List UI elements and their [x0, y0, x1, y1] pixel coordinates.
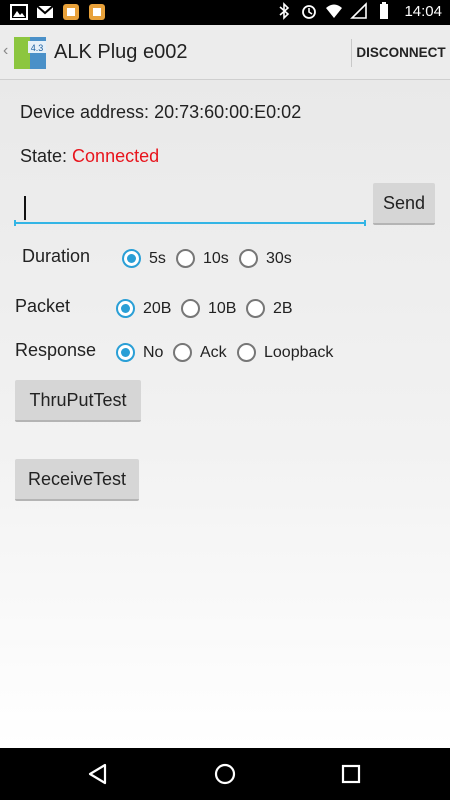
packet-option-20b[interactable]: 20B [116, 299, 171, 318]
clock: 14:04 [404, 2, 442, 20]
state-label: State: [20, 146, 68, 166]
radio-label: 10B [208, 299, 237, 317]
thruput-test-button[interactable]: ThruPutTest [15, 380, 141, 422]
radio-checked-icon[interactable] [116, 299, 135, 318]
packet-option-10b[interactable]: 10B [181, 299, 236, 318]
status-bar: 14:04 [0, 0, 450, 25]
response-option-loopback[interactable]: Loopback [237, 343, 333, 362]
message-input[interactable] [14, 190, 366, 224]
radio-label: 2B [273, 299, 293, 317]
input-underline-tick-left [14, 220, 16, 226]
duration-option-30s[interactable]: 30s [239, 249, 292, 268]
radio-label: Ack [200, 343, 227, 361]
radio-unchecked-icon[interactable] [246, 299, 265, 318]
radio-label: 5s [149, 249, 166, 267]
disconnect-button[interactable]: DISCONNECT [352, 25, 450, 80]
radio-unchecked-icon[interactable] [237, 343, 256, 362]
state-value: Connected [72, 146, 160, 166]
recents-icon[interactable] [337, 760, 365, 788]
send-button[interactable]: Send [373, 183, 435, 225]
battery-icon [380, 2, 389, 19]
response-option-ack[interactable]: Ack [173, 343, 227, 362]
message-input-wrapper [14, 190, 366, 228]
radio-label: No [143, 343, 164, 361]
response-label: Response [15, 340, 97, 360]
signal-icon [350, 2, 368, 19]
action-bar: ‹ 4.3 ALK Plug e002 DISCONNECT [0, 25, 450, 80]
app-notification-icon [89, 4, 105, 20]
packet-option-2b[interactable]: 2B [246, 299, 293, 318]
bluetooth-icon [279, 2, 290, 20]
radio-unchecked-icon[interactable] [173, 343, 192, 362]
device-address-label: Device address: [20, 102, 150, 122]
notification-icons [10, 3, 106, 21]
main-content: Device address: 20:73:60:00:E0:02 State:… [0, 80, 450, 748]
text-cursor [24, 196, 26, 220]
receive-test-button[interactable]: ReceiveTest [15, 459, 139, 501]
radio-label: Loopback [264, 343, 334, 361]
app-notification-icon [63, 4, 79, 20]
duration-option-10s[interactable]: 10s [176, 249, 229, 268]
app-icon-text: 4.3 [31, 43, 44, 53]
radio-checked-icon[interactable] [116, 343, 135, 362]
alarm-icon [302, 5, 317, 19]
radio-unchecked-icon[interactable] [239, 249, 258, 268]
gmail-icon [36, 5, 54, 18]
wifi-icon [326, 4, 343, 18]
radio-label: 30s [266, 249, 292, 267]
radio-label: 20B [143, 299, 172, 317]
app-icon[interactable]: 4.3 [12, 35, 48, 71]
radio-label: 10s [203, 249, 229, 267]
duration-label: Duration [22, 246, 91, 266]
duration-option-5s[interactable]: 5s [122, 249, 166, 268]
radio-unchecked-icon[interactable] [181, 299, 200, 318]
response-option-no[interactable]: No [116, 343, 163, 362]
device-address-value: 20:73:60:00:E0:02 [154, 102, 302, 122]
image-notification-icon [10, 4, 28, 20]
home-icon[interactable] [211, 760, 239, 788]
packet-label: Packet [15, 296, 71, 316]
page-title: ALK Plug e002 [54, 41, 188, 63]
state-row: State: Connected [20, 146, 159, 167]
radio-checked-icon[interactable] [122, 249, 141, 268]
input-underline-tick-right [364, 220, 366, 226]
back-icon[interactable] [84, 760, 112, 788]
system-icons: 14:04 [275, 2, 442, 20]
up-caret-icon[interactable]: ‹ [3, 42, 8, 60]
radio-unchecked-icon[interactable] [176, 249, 195, 268]
navigation-bar [0, 748, 450, 800]
device-address-row: Device address: 20:73:60:00:E0:02 [20, 102, 301, 123]
